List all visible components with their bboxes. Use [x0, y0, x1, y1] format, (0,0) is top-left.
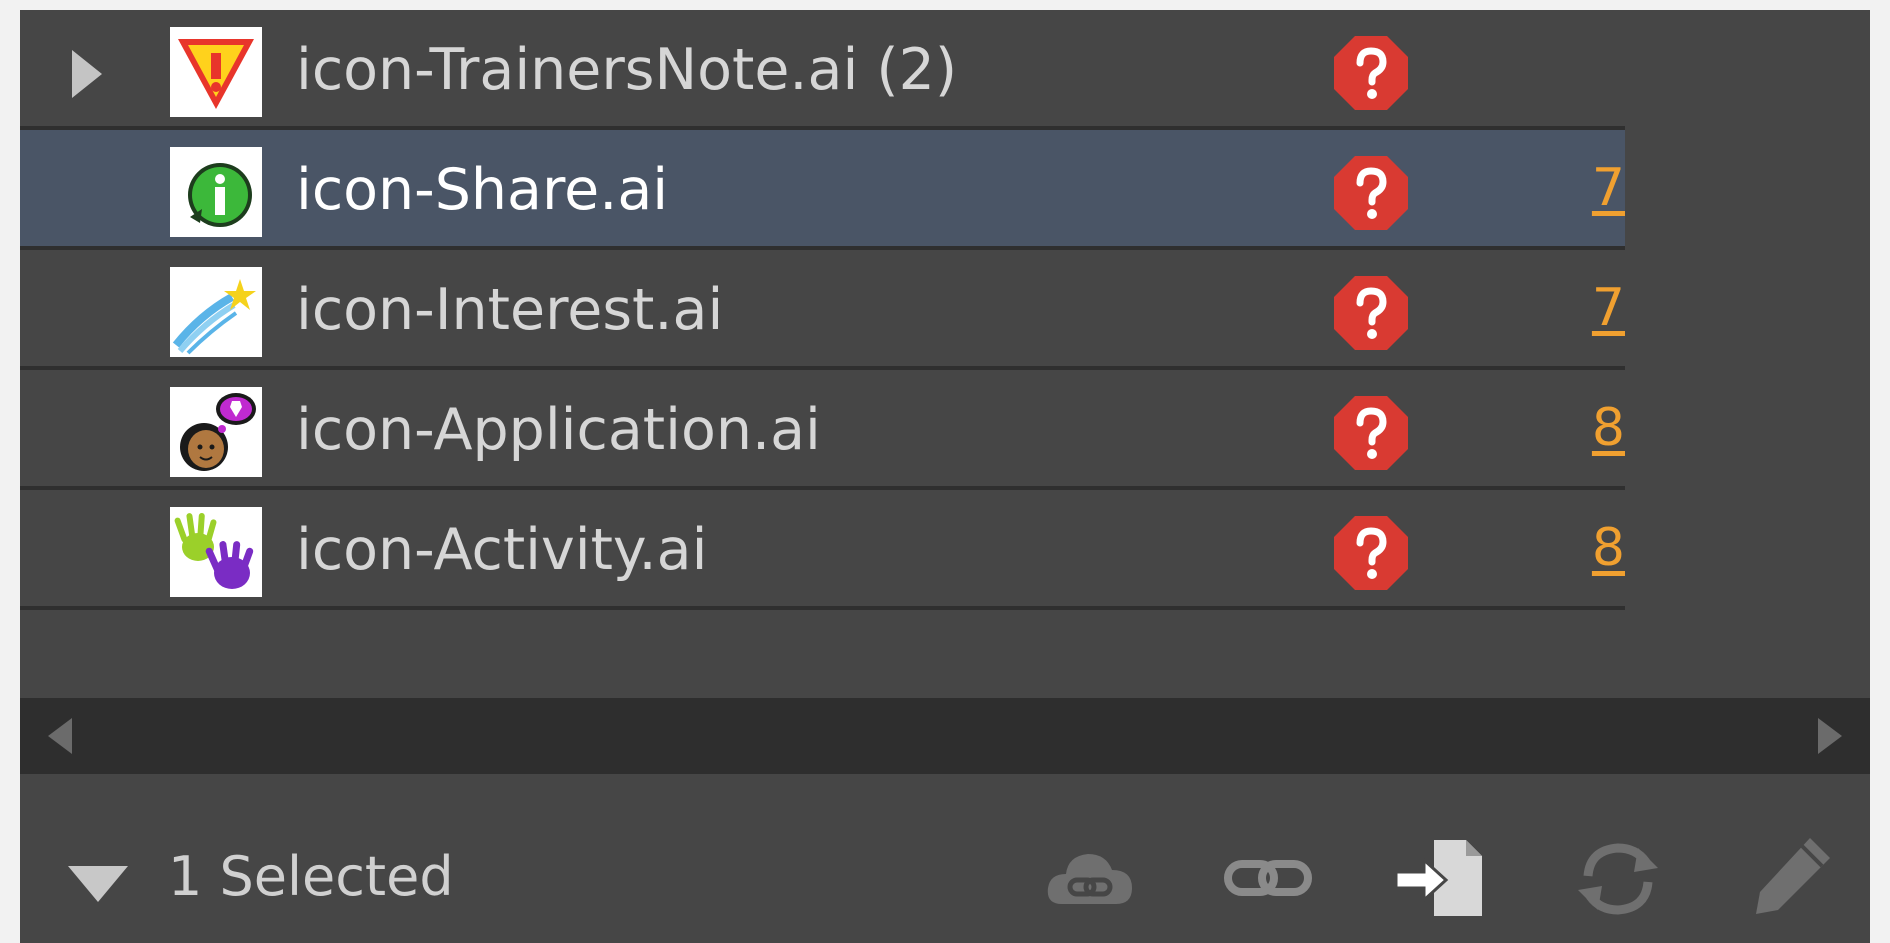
links-footer: 1 Selected	[20, 774, 1870, 943]
relink-icon[interactable]	[1218, 828, 1318, 928]
link-name: icon-Share.ai	[296, 157, 669, 223]
link-name: icon-Interest.ai	[296, 277, 724, 343]
missing-link-icon[interactable]	[1332, 34, 1410, 112]
link-row-interest[interactable]: icon-Interest.ai 7	[20, 250, 1625, 370]
horizontal-scrollbar[interactable]	[20, 698, 1870, 774]
scroll-left-arrow-icon[interactable]	[48, 718, 72, 754]
selection-count: 1 Selected	[168, 845, 454, 908]
missing-link-icon[interactable]	[1332, 274, 1410, 352]
scroll-right-arrow-icon[interactable]	[1818, 718, 1842, 754]
disclosure-triangle-icon[interactable]	[72, 50, 102, 98]
missing-link-icon[interactable]	[1332, 394, 1410, 472]
info-badge-thumbnail	[170, 147, 262, 237]
link-row-application[interactable]: icon-Application.ai 8	[20, 370, 1625, 490]
links-list: icon-TrainersNote.ai (2) icon-Share.ai 7…	[20, 10, 1625, 610]
page-number-link[interactable]: 7	[1592, 278, 1625, 338]
hands-thumbnail	[170, 507, 262, 597]
link-name: icon-Application.ai	[296, 397, 821, 463]
page-number-link[interactable]: 8	[1592, 518, 1625, 578]
missing-link-icon[interactable]	[1332, 514, 1410, 592]
link-row-share[interactable]: icon-Share.ai 7	[20, 130, 1625, 250]
cloud-link-icon[interactable]	[1040, 828, 1140, 928]
update-link-icon[interactable]	[1568, 828, 1668, 928]
page-number-link[interactable]: 8	[1592, 398, 1625, 458]
link-row-trainersnote[interactable]: icon-TrainersNote.ai (2)	[20, 10, 1625, 130]
go-to-link-icon[interactable]	[1390, 828, 1490, 928]
edit-original-icon[interactable]	[1740, 828, 1840, 928]
link-row-activity[interactable]: icon-Activity.ai 8	[20, 490, 1625, 610]
shooting-star-thumbnail	[170, 267, 262, 357]
warning-shield-thumbnail	[170, 27, 262, 117]
missing-link-icon[interactable]	[1332, 154, 1410, 232]
collapse-triangle-icon[interactable]	[68, 866, 128, 902]
link-name: icon-TrainersNote.ai (2)	[296, 37, 958, 103]
link-name: icon-Activity.ai	[296, 517, 708, 583]
page-number-link[interactable]: 7	[1592, 158, 1625, 218]
person-thought-thumbnail	[170, 387, 262, 477]
links-panel: icon-TrainersNote.ai (2) icon-Share.ai 7…	[20, 10, 1870, 943]
